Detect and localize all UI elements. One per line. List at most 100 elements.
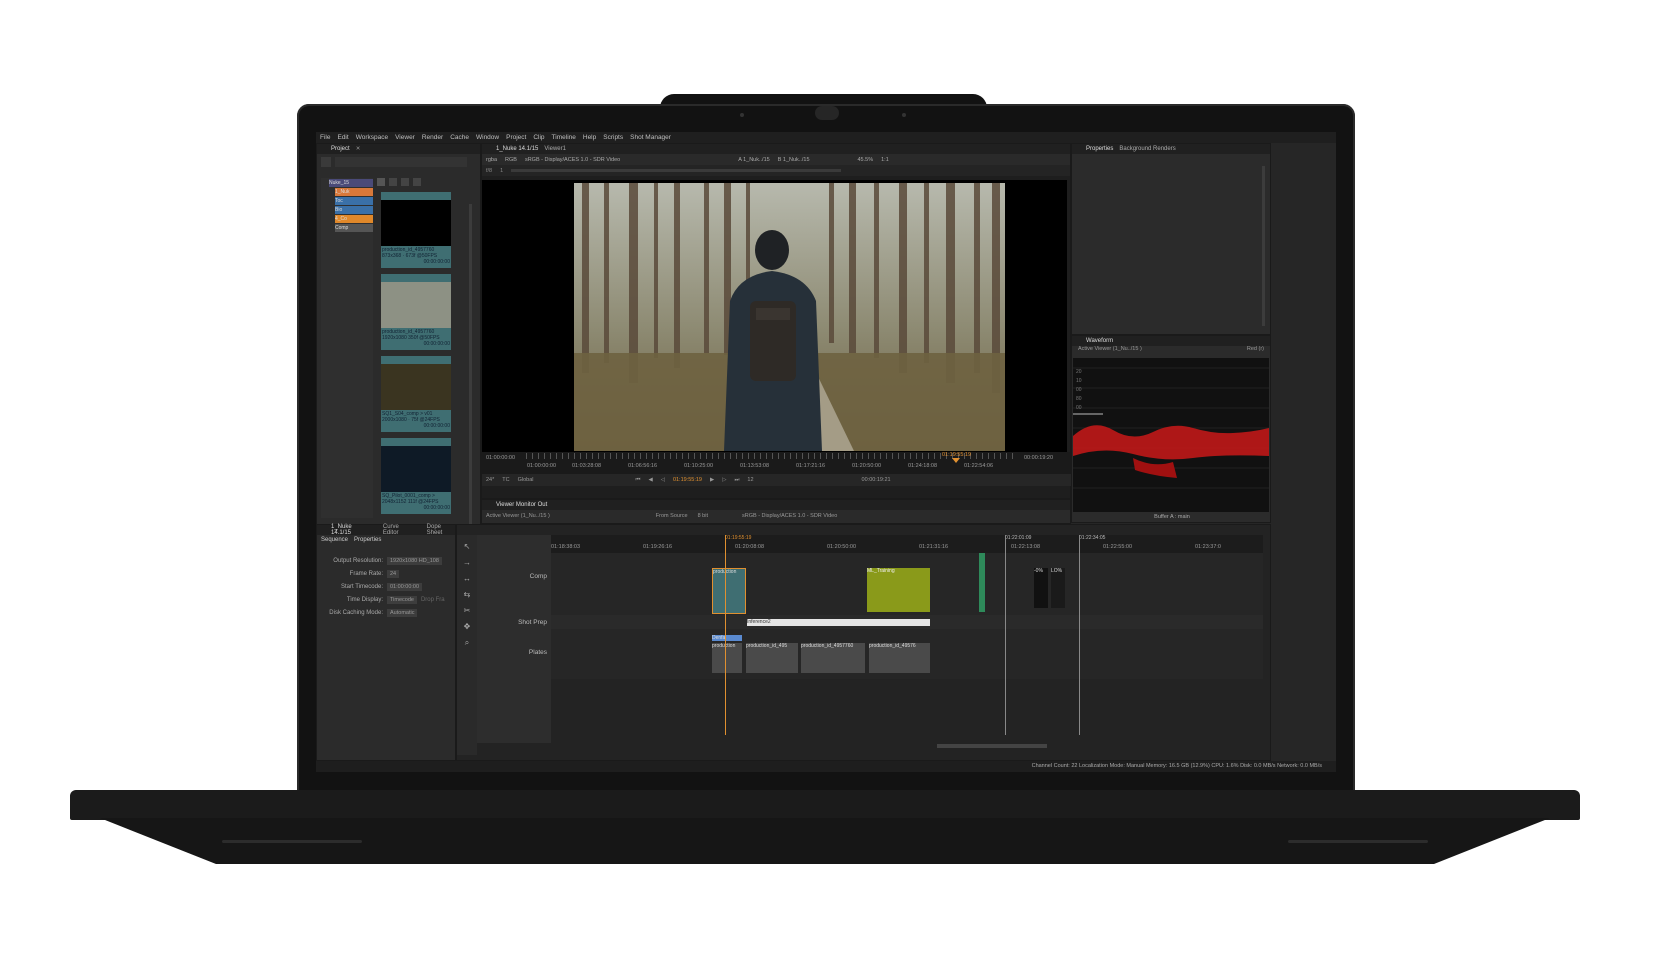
menu-item[interactable]: Timeline <box>552 134 576 141</box>
gamma-field[interactable]: 1 <box>500 168 503 174</box>
grid-view-icon[interactable] <box>321 157 331 167</box>
clip-thumbnail[interactable]: production_id_4957760 873x368 · 673f @50F… <box>381 192 451 268</box>
detail-view-icon[interactable] <box>413 178 421 186</box>
tab-monitor-out[interactable]: Viewer Monitor Out <box>496 502 547 508</box>
menu-item[interactable]: Viewer <box>395 134 415 141</box>
thumb-view-icon[interactable] <box>401 178 409 186</box>
select-tool-icon[interactable]: ↖ <box>457 539 477 555</box>
tab-background-renders[interactable]: Background Renders <box>1119 146 1175 152</box>
tab-dope-sheet[interactable]: Dope Sheet <box>427 524 455 536</box>
tab-nuke-script[interactable]: 1_Nuke 14.1/15 <box>496 146 538 152</box>
clip-plate-3[interactable]: production_id_4957760 <box>801 643 865 673</box>
gain-slider[interactable] <box>511 169 842 172</box>
bin-tree-item[interactable]: Nuke_15 <box>329 179 373 187</box>
bin-scrollbar[interactable] <box>469 204 472 524</box>
tab-curve-editor[interactable]: Curve Editor <box>383 524 413 536</box>
setting-value[interactable]: Timecode <box>387 596 417 604</box>
fps-dropdown[interactable]: 24* <box>486 477 494 483</box>
zoom-tool-icon[interactable]: ⌕ <box>457 635 477 651</box>
clip-thumbnail[interactable]: production_id_4957760 1920x1080 350f @50F… <box>381 274 451 350</box>
input-b-dropdown[interactable]: B 1_Nuk../15 <box>778 157 810 163</box>
tc-mode-dropdown[interactable]: TC <box>502 477 509 483</box>
clip-plate-1[interactable]: production <box>712 643 742 673</box>
clip-plate-2[interactable]: production_id_495 <box>746 643 798 673</box>
clip-thumbnail[interactable]: SQ1_S04_comp > v01 2000x1080 · 75f @24FPS… <box>381 356 451 432</box>
menu-item[interactable]: Cache <box>450 134 469 141</box>
menu-item[interactable]: Edit <box>337 134 348 141</box>
next-frame-icon[interactable]: ▷ <box>722 477 726 483</box>
tab-sequence-properties[interactable]: Properties <box>354 537 381 543</box>
monitor-source-dropdown[interactable]: Active Viewer (1_Nu../15 ) <box>486 513 550 519</box>
channels-dropdown[interactable]: rgba <box>486 157 497 163</box>
list-view-icon[interactable] <box>389 178 397 186</box>
close-icon[interactable]: ✕ <box>356 146 361 152</box>
track-label-comp[interactable]: Comp <box>530 573 547 580</box>
play-icon[interactable]: ▶ <box>710 477 714 483</box>
viewer-timeline[interactable]: 01:00:00:00 01:00:00:00 01:03:28:08 01:06… <box>482 452 1070 474</box>
clip-comp-small-1[interactable]: -0% <box>1034 568 1048 608</box>
clip-plate-4[interactable]: production_id_49576 <box>869 643 930 673</box>
track-select-icon[interactable]: → <box>457 555 477 571</box>
setting-value[interactable]: Automatic <box>387 609 418 617</box>
tab-properties[interactable]: Properties <box>1086 146 1113 152</box>
menu-item[interactable]: Project <box>506 134 526 141</box>
input-a-dropdown[interactable]: A 1_Nuk../15 <box>738 157 770 163</box>
bin-tree-item[interactable]: 1_Nuk <box>335 188 373 196</box>
pixel-ratio[interactable]: 1:1 <box>881 157 889 163</box>
waveform-channel-dropdown[interactable]: Red (r) <box>1247 346 1264 356</box>
track-label-shot-prep[interactable]: Shot Prep <box>518 619 547 626</box>
setting-value[interactable]: 24 <box>387 570 400 578</box>
clip-thumbnail[interactable]: SQ_Pilot_0001_comp >2048x1152 111f @24FP… <box>381 438 451 514</box>
skip-end-icon[interactable]: ⏭ <box>734 477 739 484</box>
bit-depth-dropdown[interactable]: 8 bit <box>698 513 708 519</box>
menu-item[interactable]: Help <box>583 134 596 141</box>
menu-item[interactable]: Shot Manager <box>630 134 671 141</box>
clip-plate-tag[interactable]: Denfa <box>712 635 742 641</box>
timeline-hscroll[interactable] <box>937 744 1047 748</box>
razor-tool-icon[interactable]: ✂ <box>457 603 477 619</box>
colorspace-dropdown[interactable]: RGB <box>505 157 517 163</box>
monitor-from-dropdown[interactable]: From Source <box>656 513 688 519</box>
clip-comp-production[interactable]: production <box>712 568 746 614</box>
bin-tree-item[interactable]: Comp <box>335 224 373 232</box>
tab-nuke-timeline[interactable]: 1_Nuke 14.1/15 <box>331 524 369 536</box>
filter-icon[interactable] <box>377 178 385 186</box>
clip-comp-marker[interactable] <box>979 553 985 612</box>
menu-item[interactable]: File <box>320 134 330 141</box>
properties-scrollbar[interactable] <box>1262 166 1265 326</box>
playhead-marker[interactable] <box>952 458 960 463</box>
tab-sequence[interactable]: Sequence <box>321 537 348 543</box>
track-label-plates[interactable]: Plates <box>529 649 547 656</box>
setting-value[interactable]: 1920x1080 HD_108 <box>387 557 442 565</box>
clip-inference2[interactable]: Inference2 <box>747 619 930 626</box>
timeline-marker[interactable] <box>1079 535 1080 735</box>
menu-item[interactable]: Scripts <box>603 134 623 141</box>
multi-tool-icon[interactable]: ✥ <box>457 619 477 635</box>
clip-ml-training[interactable]: ML_Training <box>867 568 930 612</box>
setting-extra[interactable]: Drop Fra <box>421 597 445 603</box>
gain-field[interactable]: f/8 <box>486 168 492 174</box>
clip-comp-small-2[interactable]: LO% <box>1051 568 1065 608</box>
monitor-display-dropdown[interactable]: sRGB - Display/ACES 1.0 - SDR Video <box>742 513 837 519</box>
prev-frame-icon[interactable]: ◁ <box>661 477 665 483</box>
step-back-icon[interactable]: ◀ <box>648 477 652 483</box>
tab-waveform[interactable]: Waveform <box>1086 338 1113 344</box>
menu-item[interactable]: Clip <box>533 134 544 141</box>
zoom-level[interactable]: 45.5% <box>858 157 874 163</box>
menu-item[interactable]: Workspace <box>356 134 388 141</box>
scope-mode-dropdown[interactable]: Global <box>518 477 534 483</box>
current-frame-tc[interactable]: 01:19:55:19 <box>673 477 702 483</box>
timeline-marker[interactable] <box>1005 535 1006 735</box>
menu-item[interactable]: Window <box>476 134 499 141</box>
bin-tree-item[interactable]: 4_Co <box>335 215 373 223</box>
slide-tool-icon[interactable]: ⇆ <box>457 587 477 603</box>
setting-value[interactable]: 01:00:00:00 <box>387 583 423 591</box>
menu-item[interactable]: Render <box>422 134 443 141</box>
search-input[interactable] <box>335 157 467 167</box>
bin-tree-item[interactable]: Bio <box>335 206 373 214</box>
viewer-canvas[interactable] <box>482 180 1067 452</box>
waveform-source-dropdown[interactable]: Active Viewer (1_Nu../15 ) <box>1078 346 1142 356</box>
skip-start-icon[interactable]: ⏮ <box>636 477 641 484</box>
tab-project[interactable]: Project <box>331 146 350 152</box>
step-count[interactable]: 12 <box>747 477 753 483</box>
